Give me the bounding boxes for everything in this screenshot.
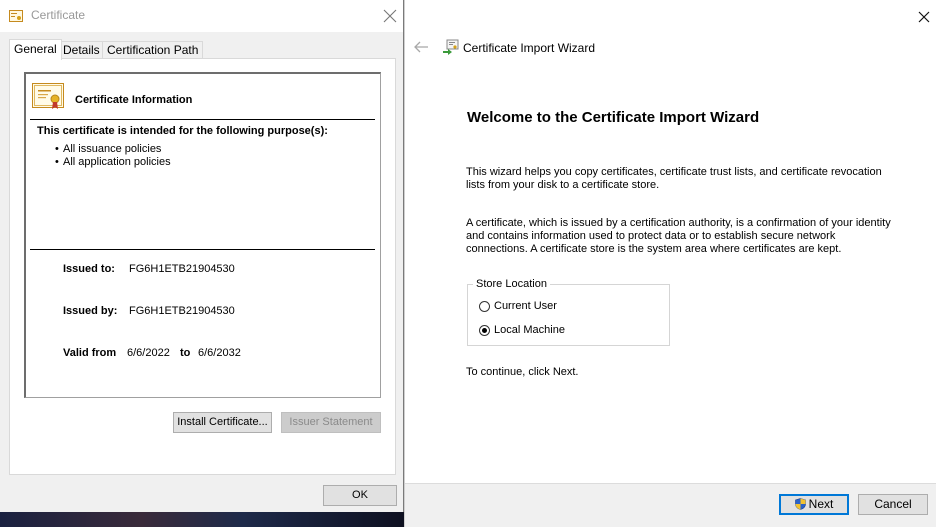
store-location-group: Store Location Current User Local Machin… xyxy=(467,278,670,346)
wizard-heading: Welcome to the Certificate Import Wizard xyxy=(467,109,760,126)
issued-to-label: Issued to: xyxy=(63,263,115,275)
certificate-title: Certificate xyxy=(31,8,86,22)
next-button[interactable]: Next xyxy=(779,494,849,515)
install-certificate-button[interactable]: Install Certificate... xyxy=(173,412,272,433)
radio-label: Current User xyxy=(494,300,557,312)
store-location-label: Store Location xyxy=(473,278,550,290)
next-button-label: Next xyxy=(808,497,834,511)
continue-text: To continue, click Next. xyxy=(466,366,579,378)
certificate-info-box: Certificate Information This certificate… xyxy=(24,72,381,398)
certificate-titlebar[interactable]: Certificate xyxy=(0,0,403,32)
radio-label: Local Machine xyxy=(494,324,565,336)
certificate-icon xyxy=(32,83,64,109)
certificate-dialog: Certificate General Details Certificatio… xyxy=(0,0,404,512)
divider xyxy=(30,119,375,120)
wizard-footer: Next Cancel xyxy=(405,483,936,527)
purpose-list: All issuance policies All application po… xyxy=(55,143,171,169)
issuer-statement-button[interactable]: Issuer Statement xyxy=(281,412,381,433)
certificate-icon xyxy=(9,10,23,22)
import-wizard-window: Certificate Import Wizard Welcome to the… xyxy=(404,0,936,527)
valid-from-value: 6/6/2022 xyxy=(127,347,170,359)
issued-to-value: FG6H1ETB21904530 xyxy=(129,263,235,275)
tab-details[interactable]: Details xyxy=(58,41,105,59)
divider xyxy=(30,249,375,250)
issued-by-value: FG6H1ETB21904530 xyxy=(129,305,235,317)
radio-current-user[interactable]: Current User xyxy=(479,299,557,313)
tab-general[interactable]: General xyxy=(9,39,62,60)
close-icon[interactable] xyxy=(915,8,933,26)
purpose-heading: This certificate is intended for the fol… xyxy=(37,125,328,137)
desktop-background xyxy=(0,512,404,527)
wizard-certificate-icon xyxy=(443,39,459,55)
general-tab-panel: Certificate Information This certificate… xyxy=(9,58,396,475)
uac-shield-icon xyxy=(794,498,806,510)
radio-button[interactable] xyxy=(479,300,490,312)
close-icon[interactable] xyxy=(380,6,400,26)
tab-certification-path[interactable]: Certification Path xyxy=(102,41,204,59)
cancel-button[interactable]: Cancel xyxy=(858,494,928,515)
back-arrow-icon[interactable] xyxy=(413,40,429,54)
issued-by-label: Issued by: xyxy=(63,305,118,317)
valid-to-label: to xyxy=(180,347,191,359)
radio-button[interactable] xyxy=(479,324,490,336)
list-item: All issuance policies xyxy=(55,143,171,156)
list-item: All application policies xyxy=(55,156,171,169)
wizard-intro-text: This wizard helps you copy certificates,… xyxy=(466,166,882,191)
valid-to-value: 6/6/2032 xyxy=(198,347,241,359)
wizard-description-text: A certificate, which is issued by a cert… xyxy=(466,217,891,255)
valid-from-label: Valid from xyxy=(63,347,117,359)
info-heading: Certificate Information xyxy=(75,94,193,106)
ok-button[interactable]: OK xyxy=(323,485,397,506)
wizard-title: Certificate Import Wizard xyxy=(463,41,596,55)
radio-local-machine[interactable]: Local Machine xyxy=(479,323,565,337)
